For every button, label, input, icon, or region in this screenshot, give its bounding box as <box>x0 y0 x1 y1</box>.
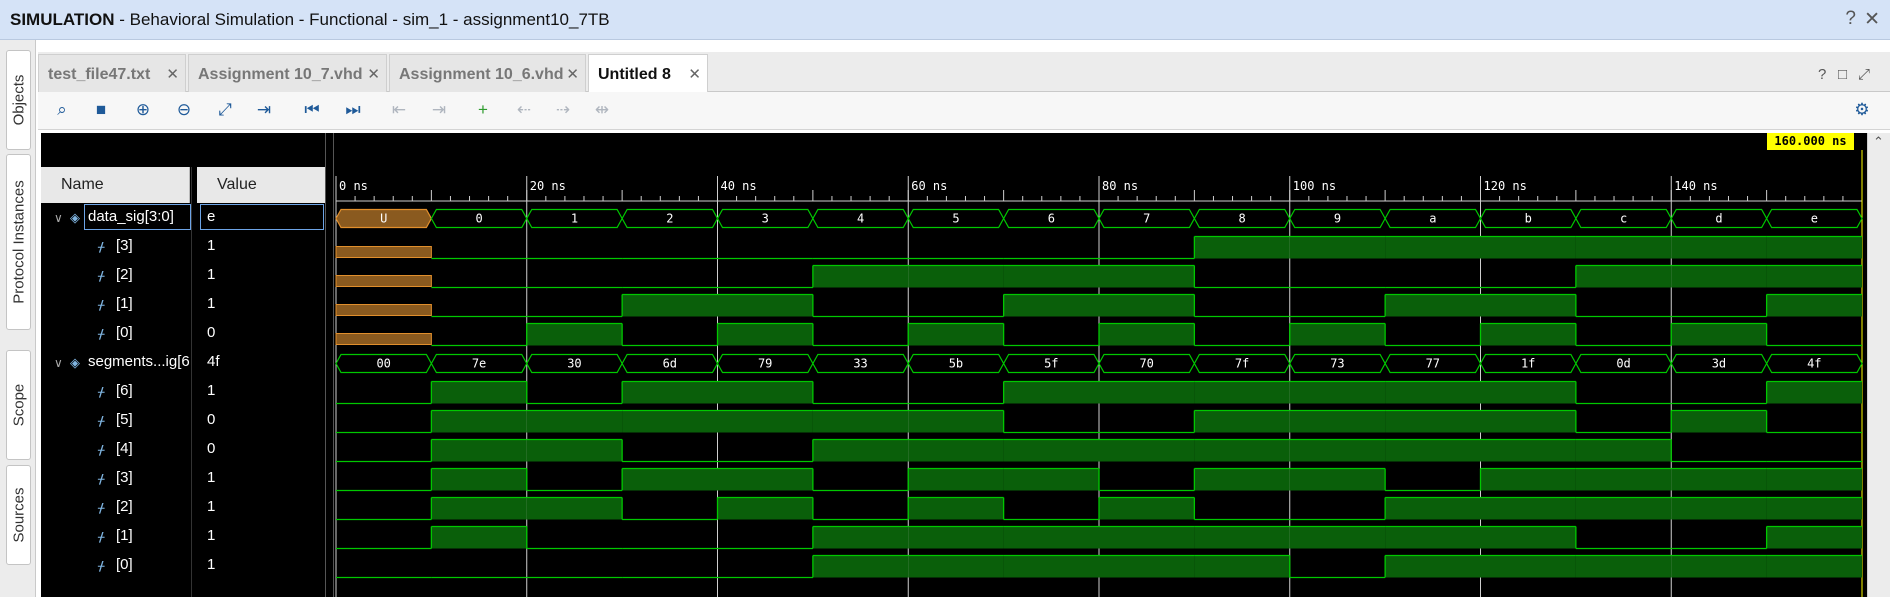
bit-signal-icon: ᚋ <box>98 239 105 254</box>
signal-name[interactable]: [1] <box>116 295 133 312</box>
float-window-icon[interactable]: ⤢ <box>1858 66 1870 83</box>
editor-tab-bar: test_file47.txt ✕ Assignment 10_7.vhd ✕ As… <box>38 52 1890 93</box>
close-icon[interactable]: ✕ <box>566 65 579 83</box>
signal-value: 0 <box>207 411 216 428</box>
previous-marker-icon[interactable]: ⇠ <box>512 98 536 122</box>
zoom-in-icon[interactable]: ⊕ <box>131 98 155 122</box>
signal-value: 1 <box>207 527 216 544</box>
save-icon[interactable]: ■ <box>89 98 113 122</box>
window-title: SIMULATION - Behavioral Simulation - Fun… <box>10 10 610 29</box>
signal-value: 1 <box>207 498 216 515</box>
next-transition-icon[interactable]: ⇥ <box>427 98 451 122</box>
name-column-header[interactable]: Name <box>41 167 190 203</box>
bit-signal-icon: ᚋ <box>98 558 105 573</box>
tab-assignment-10-7[interactable]: Assignment 10_7.vhd ✕ <box>188 54 387 92</box>
close-icon[interactable]: ✕ <box>166 65 179 83</box>
signal-value: 0 <box>207 324 216 341</box>
side-tab-sources[interactable]: Sources <box>6 465 31 565</box>
side-tab-protocol-instances[interactable]: Protocol Instances <box>6 154 31 330</box>
signal-name[interactable]: [0] <box>116 556 133 573</box>
signal-value: 1 <box>207 382 216 399</box>
bus-signal-icon: ◈ <box>70 210 80 225</box>
go-to-cursor-icon[interactable]: ⇥ <box>252 98 276 122</box>
go-to-time-zero-icon[interactable]: ⏮ <box>300 98 324 122</box>
signal-name[interactable]: [3] <box>116 469 133 486</box>
maximize-icon[interactable]: □ <box>1838 66 1847 83</box>
bit-signal-icon: ᚋ <box>98 529 105 544</box>
side-tab-scope[interactable]: Scope <box>6 350 31 460</box>
bus-signal-icon: ◈ <box>70 355 80 370</box>
cursor-time-readout: 160.000 ns <box>1767 133 1854 150</box>
close-icon[interactable]: ✕ <box>367 65 380 83</box>
signal-value: 4f <box>207 353 220 370</box>
bit-signal-icon: ᚋ <box>98 413 105 428</box>
chevron-down-icon[interactable]: ∨ <box>54 356 63 370</box>
value-selection-highlight <box>200 204 324 230</box>
go-to-last-time-icon[interactable]: ⏭ <box>341 98 365 122</box>
side-tab-objects[interactable]: Objects <box>6 50 31 150</box>
signal-value: e <box>207 208 216 225</box>
pane-divider[interactable] <box>325 133 334 597</box>
zoom-fit-icon[interactable]: ⤢ <box>213 98 237 122</box>
previous-transition-icon[interactable]: ⇤ <box>387 98 411 122</box>
tab-untitled-8[interactable]: Untitled 8 ✕ <box>588 54 708 93</box>
signal-value: 1 <box>207 266 216 283</box>
bit-signal-icon: ᚋ <box>98 442 105 457</box>
left-side-panel-strip: Objects Protocol Instances Scope Sources <box>0 40 36 597</box>
search-icon[interactable]: ⌕ <box>50 98 74 122</box>
close-icon[interactable]: ✕ <box>1864 8 1880 31</box>
signal-value: 1 <box>207 237 216 254</box>
bit-signal-icon: ᚋ <box>98 500 105 515</box>
bit-signal-icon: ᚋ <box>98 268 105 283</box>
signal-name[interactable]: [6] <box>116 382 133 399</box>
chevron-down-icon[interactable]: ∨ <box>54 211 63 225</box>
chevron-up-icon[interactable]: ⌃ <box>1873 134 1884 150</box>
signal-value: 1 <box>207 295 216 312</box>
help-icon[interactable]: ? <box>1845 8 1856 30</box>
add-marker-icon[interactable]: + <box>471 98 495 122</box>
column-divider[interactable] <box>191 167 197 597</box>
swap-cursors-icon[interactable]: ⇹ <box>590 98 614 122</box>
bit-signal-icon: ᚋ <box>98 297 105 312</box>
bit-signal-icon: ᚋ <box>98 326 105 341</box>
vertical-scrollbar[interactable]: ⌃ <box>1867 133 1890 597</box>
signal-value: 1 <box>207 556 216 573</box>
tab-assignment-10-6[interactable]: Assignment 10_6.vhd ✕ <box>389 54 586 92</box>
close-icon[interactable]: ✕ <box>688 65 701 83</box>
help-icon[interactable]: ? <box>1818 66 1826 83</box>
signal-name[interactable]: [2] <box>116 266 133 283</box>
bit-signal-icon: ᚋ <box>98 384 105 399</box>
window-title-bar: SIMULATION - Behavioral Simulation - Fun… <box>0 0 1890 40</box>
value-column-header[interactable]: Value <box>197 167 325 203</box>
signal-name[interactable]: segments...ig[6:0] <box>88 353 192 370</box>
signal-name[interactable]: data_sig[3:0] <box>88 208 174 225</box>
tab-test-file47[interactable]: test_file47.txt ✕ <box>38 54 186 92</box>
signal-name[interactable]: [3] <box>116 237 133 254</box>
bit-signal-icon: ᚋ <box>98 471 105 486</box>
settings-icon[interactable]: ⚙ <box>1850 98 1874 122</box>
signal-name[interactable]: [5] <box>116 411 133 428</box>
signal-name[interactable]: [0] <box>116 324 133 341</box>
signal-name[interactable]: [1] <box>116 527 133 544</box>
next-marker-icon[interactable]: ⇢ <box>551 98 575 122</box>
wave-toolbar: ⌕ ■ ⊕ ⊖ ⤢ ⇥ ⏮ ⏭ ⇤ ⇥ + ⇠ ⇢ ⇹ ⚙ <box>38 92 1890 130</box>
signal-name[interactable]: [2] <box>116 498 133 515</box>
signal-name[interactable]: [4] <box>116 440 133 457</box>
signal-value: 1 <box>207 469 216 486</box>
zoom-out-icon[interactable]: ⊖ <box>172 98 196 122</box>
signal-value: 0 <box>207 440 216 457</box>
